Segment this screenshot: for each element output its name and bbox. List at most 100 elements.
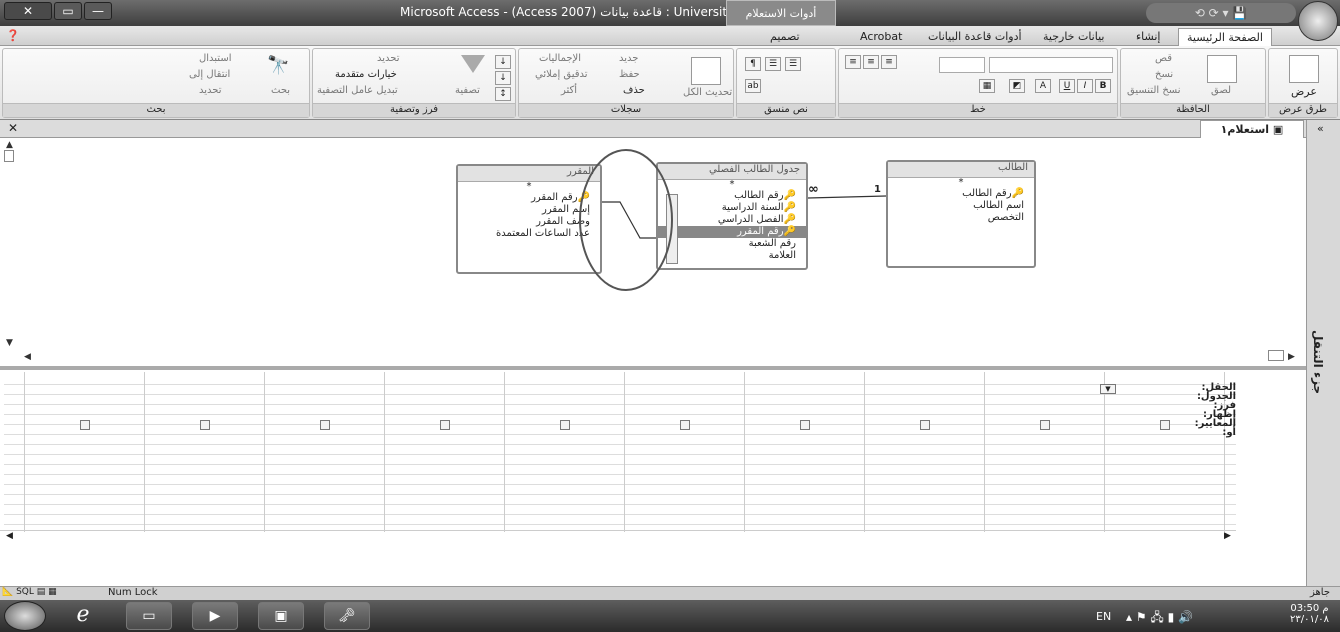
italic-button[interactable]: I	[1077, 79, 1093, 93]
selection-button[interactable]: تحديد	[377, 53, 400, 64]
paste-icon[interactable]	[1207, 55, 1237, 83]
tray-icons[interactable]: ▴ ⚑ 🖧 ▮ 🔊	[1126, 608, 1193, 629]
scroll-left-icon[interactable]: ◀	[6, 531, 13, 541]
format-painter-button[interactable]: نسخ التنسيق	[1127, 85, 1180, 96]
start-button[interactable]	[4, 601, 46, 631]
show-checkbox[interactable]	[200, 420, 210, 430]
fill-color-button[interactable]: ◩	[1009, 79, 1025, 93]
clock[interactable]: 03:50 م ٢٣/٠١/٠٨	[1290, 603, 1329, 625]
sort-ascending-icon[interactable]: ↓	[495, 55, 511, 69]
show-checkbox[interactable]	[560, 420, 570, 430]
taskbar: ℯ ▭ ▶ ▣ 🗝 EN ▴ ⚑ 🖧 ▮ 🔊 03:50 م ٢٣/٠١/٠٨	[0, 600, 1340, 632]
save-record-button[interactable]: حفظ	[619, 69, 640, 80]
advanced-button[interactable]: خيارات متقدمة	[335, 69, 397, 80]
font-size-dropdown[interactable]	[939, 57, 985, 73]
minimize-button[interactable]: —	[84, 2, 112, 20]
filter-icon[interactable]	[461, 55, 485, 79]
query-design-grid[interactable]: ▼ الحقل: الجدول: فرز: إظهار: المعايير: أو: ◀ ▶	[0, 368, 1306, 544]
bullets-button[interactable]: ☰	[765, 57, 781, 71]
presentation-icon[interactable]: ▣	[258, 602, 304, 630]
show-checkbox[interactable]	[800, 420, 810, 430]
grid-row-label: أو:	[1222, 427, 1236, 438]
show-checkbox[interactable]	[80, 420, 90, 430]
highlight-button[interactable]: ab	[745, 79, 761, 93]
align-left-button[interactable]: ≡	[881, 55, 897, 69]
grid-row-line	[4, 504, 1236, 505]
goto-button[interactable]: انتقال إلى	[189, 69, 230, 80]
access-icon[interactable]: 🗝	[324, 602, 370, 630]
query-design-upper-pane[interactable]: ▲ ▼ ◀ ▶ المقرر * 🔑رقم المقرر إسم المقرر …	[0, 138, 1306, 366]
tab-query1[interactable]: استعلام١ ▣	[1200, 120, 1304, 138]
group-title: خط	[839, 103, 1117, 117]
field-dropdown[interactable]: ▼	[1100, 384, 1116, 394]
tab-home[interactable]: الصفحة الرئيسية	[1178, 28, 1272, 46]
underline-button[interactable]: U	[1059, 79, 1075, 93]
grid-row-line	[4, 444, 1236, 445]
tab-design[interactable]: تصميم	[762, 28, 808, 46]
help-icon[interactable]: ❓	[6, 29, 20, 42]
design-view-icon[interactable]: 📐	[2, 587, 13, 597]
show-checkbox[interactable]	[1160, 420, 1170, 430]
grid-vertical-scrollbar[interactable]	[984, 384, 996, 524]
explorer-icon[interactable]: ▭	[126, 602, 172, 630]
copy-button[interactable]: نسخ	[1155, 69, 1173, 80]
maximize-button[interactable]: ▭	[54, 2, 82, 20]
close-button[interactable]: ✕	[4, 2, 52, 20]
delete-record-button[interactable]: حذف	[623, 85, 645, 96]
tab-external-data[interactable]: بيانات خارجية	[1035, 28, 1112, 46]
quick-access-toolbar[interactable]: ⟲ ⟳ ▾ 💾	[1146, 3, 1296, 23]
navigation-pane[interactable]: « جزء التنقل	[1306, 120, 1340, 586]
office-button[interactable]	[1298, 1, 1338, 41]
cut-button[interactable]: قص	[1155, 53, 1172, 64]
totals-button[interactable]: الإجماليات	[539, 53, 581, 64]
query-icon: ▣	[1272, 123, 1284, 136]
numbering-button[interactable]: ☰	[785, 57, 801, 71]
scroll-right-icon[interactable]: ▶	[1224, 531, 1231, 541]
show-checkbox[interactable]	[680, 420, 690, 430]
sql-view-icon[interactable]: SQL	[16, 587, 34, 597]
font-color-button[interactable]: A	[1035, 79, 1051, 93]
replace-button[interactable]: استبدال	[199, 53, 232, 64]
ribbon-tab-bar: ❓ الصفحة الرئيسية إنشاء بيانات خارجية أد…	[0, 26, 1340, 46]
close-document-icon[interactable]: ✕	[8, 121, 18, 135]
language-indicator[interactable]: EN	[1096, 610, 1111, 623]
select-button[interactable]: تحديد	[199, 85, 222, 96]
expand-nav-icon[interactable]: «	[1317, 122, 1324, 135]
new-record-button[interactable]: جديد	[619, 53, 638, 64]
font-name-dropdown[interactable]	[989, 57, 1113, 73]
align-center-button[interactable]: ≡	[863, 55, 879, 69]
show-checkbox[interactable]	[440, 420, 450, 430]
more-button[interactable]: أكثر	[561, 85, 577, 96]
show-checkbox[interactable]	[920, 420, 930, 430]
bold-button[interactable]: B	[1095, 79, 1111, 93]
datasheet-icon[interactable]: ▦	[48, 587, 57, 597]
view-switcher[interactable]: 📐 SQL ▤ ▦	[2, 587, 102, 600]
filter-button[interactable]: تصفية	[455, 85, 480, 96]
refresh-icon[interactable]	[691, 57, 721, 85]
view-button[interactable]: عرض	[1291, 85, 1317, 98]
rtl-paragraph-button[interactable]: ¶	[745, 57, 761, 71]
tab-database-tools[interactable]: أدوات قاعدة البيانات	[920, 28, 1030, 46]
toggle-filter-button[interactable]: تبديل عامل التصفية	[317, 85, 398, 96]
media-player-icon[interactable]: ▶	[192, 602, 238, 630]
ie-icon[interactable]: ℯ	[60, 602, 106, 630]
binoculars-icon[interactable]: 🔭	[267, 55, 293, 77]
show-checkbox[interactable]	[1040, 420, 1050, 430]
title-bar: ✕ ▭ — Microsoft Access - (Access 2007) ق…	[0, 0, 1340, 26]
group-title: بحث	[3, 103, 309, 117]
gridlines-button[interactable]: ▦	[979, 79, 995, 93]
tab-create[interactable]: إنشاء	[1128, 28, 1168, 46]
tab-acrobat[interactable]: Acrobat	[852, 28, 910, 46]
sort-descending-icon[interactable]: ↓	[495, 71, 511, 85]
refresh-all-button[interactable]: تحديث الكل	[683, 87, 732, 98]
pivot-chart-icon[interactable]: ▤	[37, 587, 46, 597]
view-grid-icon[interactable]	[1289, 55, 1319, 83]
grid-row-line	[4, 484, 1236, 485]
spelling-button[interactable]: تدقيق إملائي	[535, 69, 588, 80]
align-right-button[interactable]: ≡	[845, 55, 861, 69]
paste-button[interactable]: لصق	[1211, 85, 1231, 96]
clear-sort-icon[interactable]: ↕	[495, 87, 511, 101]
find-button[interactable]: بحث	[271, 85, 290, 96]
show-checkbox[interactable]	[320, 420, 330, 430]
grid-horizontal-scrollbar[interactable]: ◀ ▶	[0, 530, 1236, 542]
